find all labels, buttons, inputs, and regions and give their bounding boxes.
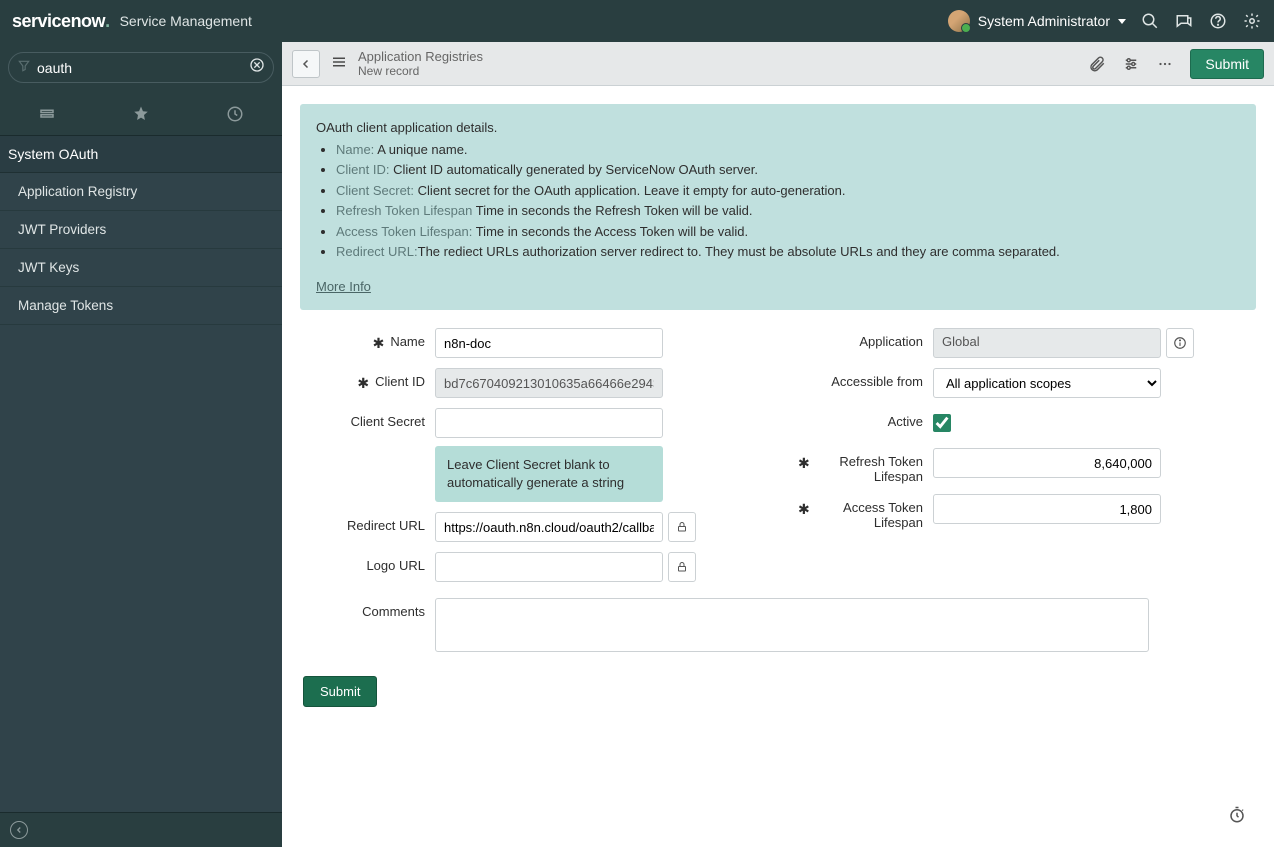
more-info-link[interactable]: More Info <box>316 277 371 297</box>
required-icon: ✱ <box>798 502 810 516</box>
logo[interactable]: servicenow. <box>12 11 110 32</box>
content: Application Registries New record Submit… <box>282 42 1274 847</box>
required-icon: ✱ <box>357 376 369 390</box>
product-name: Service Management <box>120 13 252 29</box>
search-icon[interactable] <box>1140 11 1160 31</box>
client-id-field <box>435 368 663 398</box>
sidebar-item-application-registry[interactable]: Application Registry <box>0 173 282 211</box>
clear-filter-icon[interactable] <box>249 57 265 78</box>
info-item: Access Token Lifespan: Time in seconds t… <box>336 222 1240 242</box>
more-options-icon[interactable] <box>1156 55 1174 73</box>
page-subtitle: New record <box>358 64 483 78</box>
info-item: Refresh Token Lifespan Time in seconds t… <box>336 201 1240 221</box>
nav-tab-history[interactable] <box>188 93 282 135</box>
help-icon[interactable] <box>1208 11 1228 31</box>
sidebar-item-jwt-providers[interactable]: JWT Providers <box>0 211 282 249</box>
personalize-icon[interactable] <box>1122 55 1140 73</box>
nav-tab-all[interactable] <box>0 93 94 135</box>
breadcrumb: Application Registries New record <box>358 49 483 79</box>
logo-url-lock-icon[interactable] <box>668 552 696 582</box>
top-header: servicenow. Service Management System Ad… <box>0 0 1274 42</box>
avatar <box>948 10 970 32</box>
form: ✱ Name ✱ Client ID Client Secret Leave Cli… <box>300 328 1256 592</box>
label-refresh-lifespan: Refresh Token Lifespan <box>816 454 923 484</box>
info-item: Client Secret: Client secret for the OAu… <box>336 181 1240 201</box>
label-name: Name <box>390 334 425 349</box>
label-redirect-url: Redirect URL <box>347 518 425 533</box>
nav-tab-favorites[interactable] <box>94 93 188 135</box>
info-box: OAuth client application details. Name: … <box>300 104 1256 310</box>
attachment-icon[interactable] <box>1088 55 1106 73</box>
sidebar: System OAuth Application Registry JWT Pr… <box>0 42 282 847</box>
filter-navigator[interactable] <box>8 52 274 83</box>
collapse-sidebar-icon[interactable] <box>10 821 28 839</box>
application-field: Global <box>933 328 1161 358</box>
nav-section-header[interactable]: System OAuth <box>0 136 282 173</box>
label-logo-url: Logo URL <box>366 558 425 573</box>
response-time-icon[interactable] <box>1228 806 1246 827</box>
content-header: Application Registries New record Submit <box>282 42 1274 86</box>
info-item: Name: A unique name. <box>336 140 1240 160</box>
submit-button-top[interactable]: Submit <box>1190 49 1264 79</box>
submit-button-bottom[interactable]: Submit <box>303 676 377 707</box>
label-client-id: Client ID <box>375 374 425 389</box>
label-accessible-from: Accessible from <box>831 374 923 389</box>
info-intro: OAuth client application details. <box>316 118 1240 138</box>
user-name: System Administrator <box>978 13 1110 29</box>
page-title: Application Registries <box>358 49 483 65</box>
label-client-secret: Client Secret <box>351 414 425 429</box>
required-icon: ✱ <box>798 456 810 470</box>
caret-down-icon <box>1118 19 1126 24</box>
context-menu-icon[interactable] <box>330 53 348 74</box>
label-access-lifespan: Access Token Lifespan <box>816 500 923 530</box>
sidebar-item-manage-tokens[interactable]: Manage Tokens <box>0 287 282 325</box>
active-checkbox[interactable] <box>933 414 951 432</box>
application-info-icon[interactable] <box>1166 328 1194 358</box>
chat-icon[interactable] <box>1174 11 1194 31</box>
refresh-lifespan-field[interactable] <box>933 448 1161 478</box>
filter-input[interactable] <box>37 60 249 76</box>
redirect-url-field[interactable] <box>435 512 663 542</box>
label-comments: Comments <box>362 604 425 619</box>
filter-icon <box>17 59 31 76</box>
required-icon: ✱ <box>373 336 385 350</box>
client-secret-field[interactable] <box>435 408 663 438</box>
info-item: Redirect URL:The rediect URLs authorizat… <box>336 242 1240 262</box>
label-application: Application <box>859 334 923 349</box>
logo-url-field[interactable] <box>435 552 663 582</box>
info-item: Client ID: Client ID automatically gener… <box>336 160 1240 180</box>
accessible-from-select[interactable]: All application scopes <box>933 368 1161 398</box>
name-field[interactable] <box>435 328 663 358</box>
back-button[interactable] <box>292 50 320 78</box>
gear-icon[interactable] <box>1242 11 1262 31</box>
nav-tabs <box>0 93 282 136</box>
user-menu[interactable]: System Administrator <box>948 10 1126 32</box>
client-secret-hint: Leave Client Secret blank to automatical… <box>435 446 663 502</box>
access-lifespan-field[interactable] <box>933 494 1161 524</box>
redirect-url-lock-icon[interactable] <box>668 512 696 542</box>
comments-field[interactable] <box>435 598 1149 652</box>
label-active: Active <box>888 414 923 429</box>
sidebar-item-jwt-keys[interactable]: JWT Keys <box>0 249 282 287</box>
